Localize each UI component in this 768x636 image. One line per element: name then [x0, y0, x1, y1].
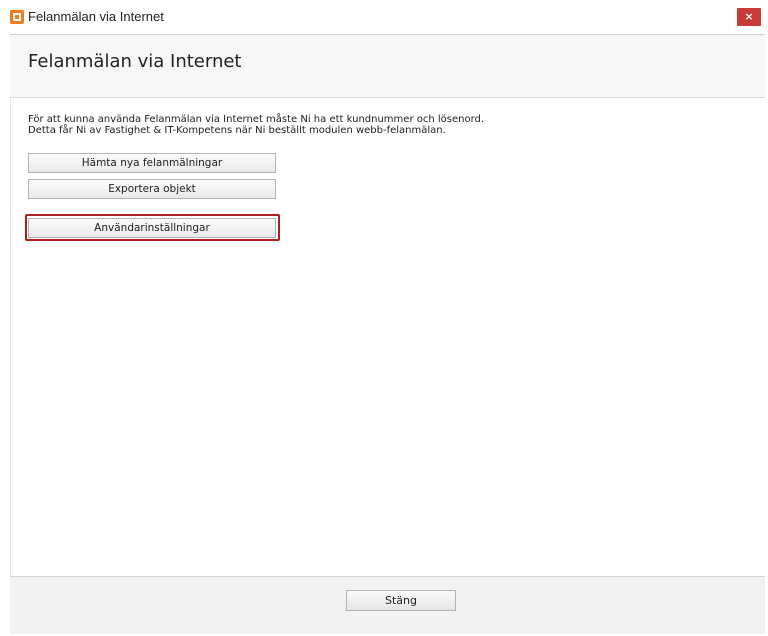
dialog-body: För att kunna använda Felanmälan via Int…	[10, 98, 765, 576]
window-close-button[interactable]: ×	[737, 8, 761, 26]
fetch-reports-button[interactable]: Hämta nya felanmälningar	[28, 153, 276, 173]
dialog-window: Felanmälan via Internet × Felanmälan via…	[0, 0, 768, 636]
close-dialog-button[interactable]: Stäng	[346, 590, 456, 611]
description-line-1: För att kunna använda Felanmälan via Int…	[28, 114, 485, 125]
description-line-2: Detta får Ni av Fastighet & IT-Kompetens…	[28, 125, 446, 136]
dialog-content: Felanmälan via Internet För att kunna an…	[10, 34, 765, 634]
dialog-footer: Stäng	[10, 576, 765, 634]
description-text: För att kunna använda Felanmälan via Int…	[28, 114, 484, 136]
page-title: Felanmälan via Internet	[28, 51, 242, 72]
app-logo-icon	[10, 10, 24, 24]
window-title: Felanmälan via Internet	[28, 9, 164, 24]
close-icon: ×	[744, 10, 754, 23]
dialog-header: Felanmälan via Internet	[10, 34, 765, 98]
title-bar[interactable]: Felanmälan via Internet ×	[0, 0, 768, 31]
export-objects-button[interactable]: Exportera objekt	[28, 179, 276, 199]
user-settings-button[interactable]: Användarinställningar	[28, 218, 276, 238]
